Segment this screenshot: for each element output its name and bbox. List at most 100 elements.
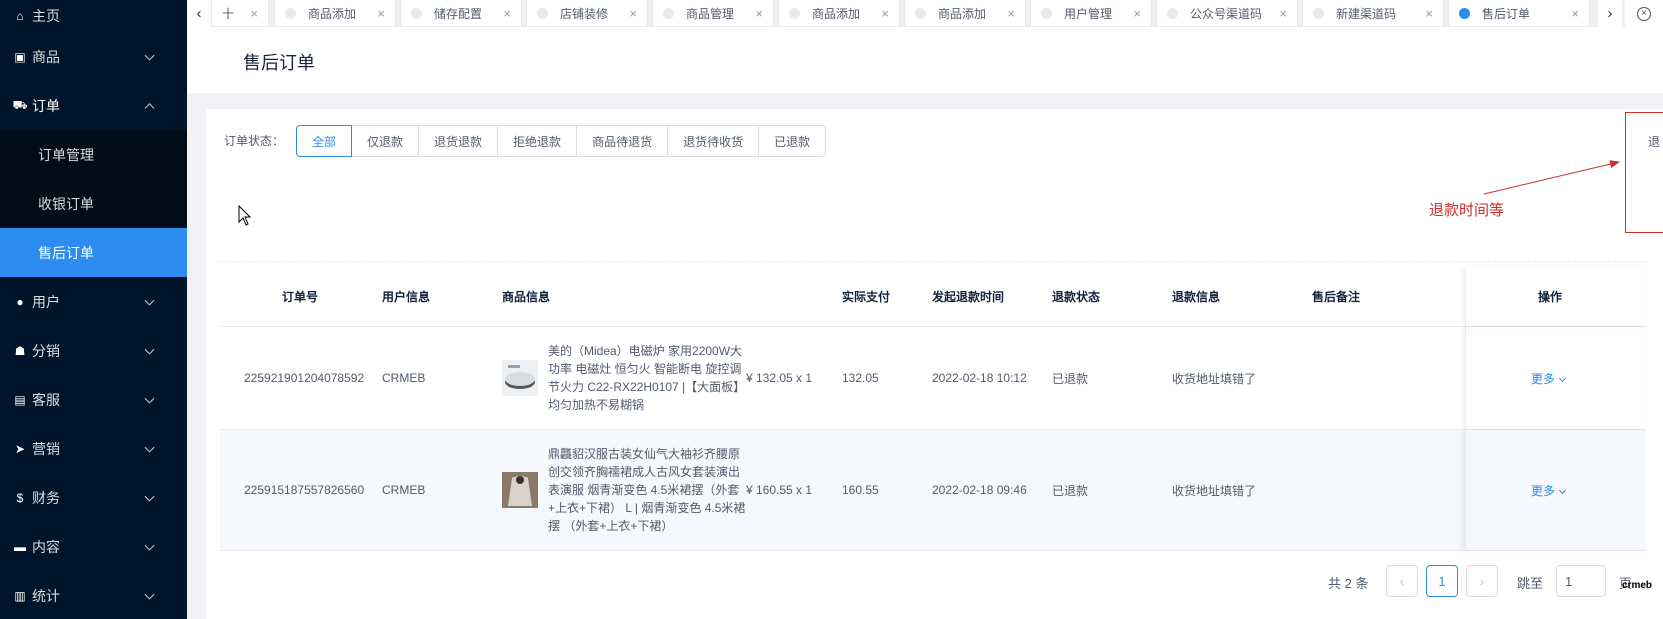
filter-return-refund[interactable]: 退货退款 bbox=[418, 125, 499, 157]
jump-label: 跳至 bbox=[1517, 576, 1544, 591]
tab-label: 十 bbox=[222, 6, 235, 21]
sub-item-aftersale-order[interactable]: 售后订单 bbox=[0, 228, 187, 277]
more-label: 更多 bbox=[1531, 483, 1556, 498]
more-link[interactable]: 更多 bbox=[1531, 482, 1567, 499]
tab-product-manage[interactable]: 商品管理 × bbox=[652, 0, 774, 27]
menu-item-order[interactable]: ⛟ 订单 bbox=[0, 81, 187, 130]
close-icon[interactable]: × bbox=[1269, 6, 1287, 21]
menu-label: 分销 bbox=[32, 342, 60, 359]
menu-item-distribution[interactable]: ☗ 分销 bbox=[0, 326, 187, 375]
user-info: CRMEB bbox=[382, 371, 426, 385]
more-dropdown[interactable]: 更多 bbox=[1531, 327, 1567, 429]
tab-product-add-3[interactable]: 商品添加 × bbox=[904, 0, 1026, 27]
filter-refund-rejected[interactable]: 拒绝退款 bbox=[497, 125, 578, 157]
more-dropdown[interactable]: 更多 bbox=[1531, 430, 1567, 550]
close-icon[interactable]: × bbox=[367, 6, 385, 21]
close-icon[interactable]: × bbox=[871, 6, 889, 21]
filter-awaiting-return[interactable]: 商品待退货 bbox=[576, 125, 669, 157]
menu-item-statistics[interactable]: ▥ 统计 bbox=[0, 571, 187, 619]
menu-item-home[interactable]: ⌂ 主页 bbox=[0, 0, 187, 32]
user-icon: ● bbox=[16, 294, 24, 309]
product-thumbnail bbox=[502, 472, 538, 508]
menu-label: 财务 bbox=[32, 489, 60, 506]
tab-product-add[interactable]: 商品添加 × bbox=[274, 0, 396, 27]
menu-label: 客服 bbox=[32, 391, 60, 408]
tab-new-channel-code[interactable]: 新建渠道码 × bbox=[1302, 0, 1444, 27]
tab-dot bbox=[789, 7, 800, 19]
chevron-left-icon: ‹ bbox=[1399, 573, 1405, 589]
th-user: 用户信息 bbox=[382, 290, 431, 304]
refund-info: 收货地址填错了 bbox=[1172, 483, 1257, 498]
chevron-down-icon bbox=[144, 393, 155, 404]
tabs-scroll-left-icon[interactable]: ‹ bbox=[187, 0, 211, 27]
fixed-column: 更多 bbox=[1465, 327, 1646, 429]
filter-all[interactable]: 全部 bbox=[296, 125, 353, 157]
more-label: 更多 bbox=[1531, 371, 1556, 386]
tab-shop-decor[interactable]: 店铺装修 × bbox=[526, 0, 648, 27]
menu-item-marketing[interactable]: ➤ 营销 bbox=[0, 424, 187, 473]
mouse-cursor-icon bbox=[238, 205, 252, 226]
menu-item-product[interactable]: ▣ 商品 bbox=[0, 32, 187, 81]
home-icon: ⌂ bbox=[16, 9, 24, 23]
tab-dot bbox=[411, 7, 422, 19]
close-icon[interactable]: × bbox=[1415, 6, 1433, 21]
sub-item-order-manage[interactable]: 订单管理 bbox=[0, 130, 187, 179]
close-icon[interactable]: × bbox=[1123, 6, 1141, 21]
annotation-text: 退款时间等 bbox=[1429, 202, 1505, 219]
order-submenu: 订单管理 收银订单 售后订单 bbox=[0, 130, 187, 277]
prev-page-button[interactable]: ‹ bbox=[1386, 565, 1418, 597]
filter-refund-only[interactable]: 仅退款 bbox=[351, 125, 420, 157]
more-link[interactable]: 更多 bbox=[1531, 370, 1567, 387]
tab-user-manage[interactable]: 用户管理 × bbox=[1030, 0, 1152, 27]
chevron-up-icon bbox=[144, 102, 155, 113]
tab-dot bbox=[915, 7, 926, 19]
pagination: 共 2 条 ‹ 1 › 跳至 页 crmeb bbox=[206, 565, 1663, 597]
close-icon[interactable]: × bbox=[1561, 6, 1579, 21]
tab-label: 储存配置 bbox=[434, 6, 483, 21]
product-info: 美的（Midea）电磁炉 家用2200W大功率 电磁灶 恒匀火 智能断电 旋控调… bbox=[502, 327, 750, 429]
refund-info: 收货地址填错了 bbox=[1172, 371, 1257, 386]
paid-amount: 160.55 bbox=[842, 483, 879, 497]
close-icon[interactable]: × bbox=[493, 6, 511, 21]
th-order-no: 订单号 bbox=[282, 290, 319, 304]
chevron-down-icon bbox=[144, 491, 155, 502]
chevron-down-icon bbox=[144, 344, 155, 355]
menu-item-finance[interactable]: $ 财务 bbox=[0, 473, 187, 522]
close-icon[interactable]: × bbox=[619, 6, 637, 21]
filter-return-receiving[interactable]: 退货待收货 bbox=[667, 125, 760, 157]
tab-storage-config[interactable]: 储存配置 × bbox=[400, 0, 522, 27]
filter-refunded[interactable]: 已退款 bbox=[758, 125, 827, 157]
menu-label: 用户 bbox=[32, 293, 60, 310]
tab-label: 商品添加 bbox=[812, 6, 861, 21]
close-icon[interactable]: × bbox=[745, 6, 763, 21]
sub-item-cashier-order[interactable]: 收银订单 bbox=[0, 179, 187, 228]
pagination-total: 共 2 条 bbox=[1328, 576, 1369, 591]
close-circle-icon: × bbox=[1637, 6, 1651, 21]
tabs-scroll-right-icon[interactable]: › bbox=[1598, 0, 1622, 27]
close-icon[interactable]: × bbox=[997, 6, 1015, 21]
tab-label: 用户管理 bbox=[1064, 6, 1113, 21]
dollar-icon: $ bbox=[16, 490, 24, 505]
menu-item-service[interactable]: ▤ 客服 bbox=[0, 375, 187, 424]
chevron-down-icon bbox=[1558, 486, 1567, 494]
product-name: 鼎龘貂汉服古装女仙气大袖衫齐腰原创交领齐胸襦裙成人古风女套装演出表演服 烟青渐变… bbox=[548, 447, 746, 533]
tab-product-add-2[interactable]: 商品添加 × bbox=[778, 0, 900, 27]
close-icon[interactable]: × bbox=[240, 6, 258, 21]
page-number-button[interactable]: 1 bbox=[1426, 565, 1458, 597]
divider bbox=[220, 261, 1646, 262]
menu-item-content[interactable]: ▬ 内容 bbox=[0, 522, 187, 571]
tab-partial[interactable]: 十 × bbox=[211, 0, 269, 27]
refund-time: 2022-02-18 09:46 bbox=[932, 483, 1027, 497]
tab-wechat-channel-code[interactable]: 公众号渠道码 × bbox=[1156, 0, 1298, 27]
menu-item-user[interactable]: ● 用户 bbox=[0, 277, 187, 326]
product-info: 鼎龘貂汉服古装女仙气大袖衫齐腰原创交领齐胸襦裙成人古风女套装演出表演服 烟青渐变… bbox=[502, 430, 750, 550]
cart-icon: ⛟ bbox=[12, 97, 28, 112]
tab-label: 商品管理 bbox=[686, 6, 735, 21]
next-page-button[interactable]: › bbox=[1466, 565, 1498, 597]
close-all-tabs-button[interactable]: × bbox=[1625, 0, 1663, 27]
jump-page-input[interactable] bbox=[1556, 565, 1606, 597]
product-thumbnail bbox=[502, 360, 538, 396]
page-title: 售后订单 bbox=[243, 53, 315, 73]
tab-aftersale-order[interactable]: 售后订单 × bbox=[1448, 0, 1590, 27]
menu-label: 商品 bbox=[32, 48, 60, 65]
